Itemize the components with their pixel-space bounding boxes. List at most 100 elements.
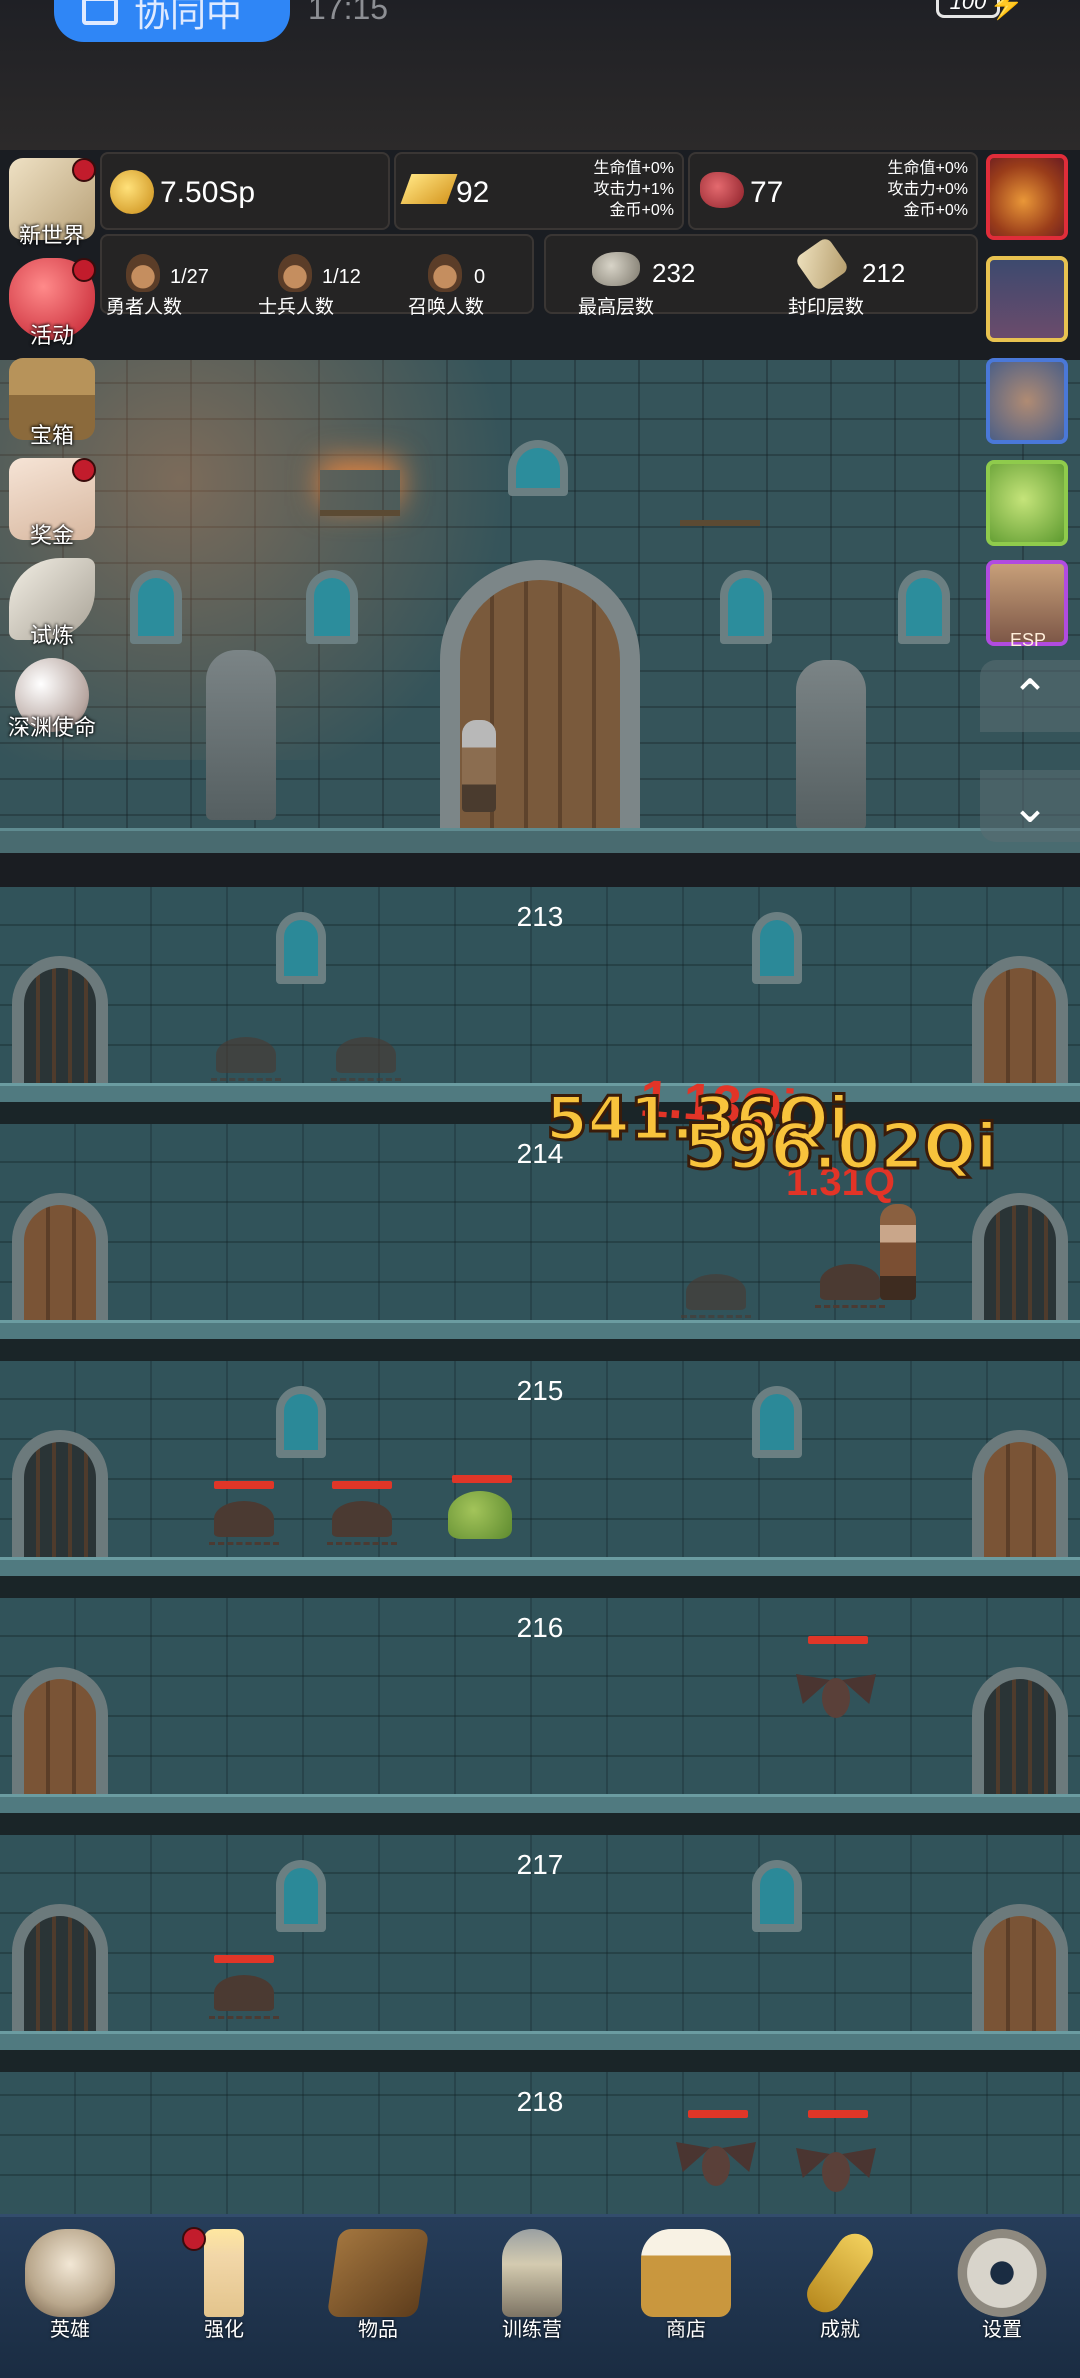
spider-enemy[interactable]: [209, 1501, 279, 1545]
nav-upgrade[interactable]: 强化: [154, 2227, 294, 2342]
nav-achievements[interactable]: 成就: [770, 2226, 910, 2342]
nav-label: 物品: [358, 2319, 398, 2341]
floor-217: 217: [0, 1835, 1080, 2072]
floor-number: 216: [516, 1612, 564, 1643]
floor-216: 216: [0, 1598, 1080, 1835]
scroll-icon: [794, 236, 850, 292]
sealed-layer: 212: [862, 258, 906, 288]
floor-door-right: [972, 1667, 1068, 1797]
candle-icon: [204, 2229, 244, 2317]
floor-door-left: [12, 1193, 108, 1323]
spider-enemy[interactable]: [327, 1501, 397, 1545]
book-icon: [326, 2229, 430, 2317]
menu-chest[interactable]: 宝箱: [2, 358, 102, 450]
enemy-hp-bar: [808, 2110, 868, 2118]
nav-training-camp[interactable]: 训练营: [462, 2229, 602, 2342]
floor-door-right: [972, 1430, 1068, 1560]
floor-door-right: [972, 956, 1068, 1086]
slime-icon[interactable]: [986, 460, 1068, 546]
bat-enemy[interactable]: [796, 2142, 876, 2198]
hero-count-label: 勇者人数: [106, 297, 183, 318]
menu-label: 试炼: [29, 623, 74, 648]
notification-dot: [72, 458, 96, 482]
layer-panel: 232 最高层数 212 封印层数: [544, 234, 978, 318]
nav-label: 强化: [204, 2319, 244, 2341]
summon-count: 0: [474, 266, 486, 288]
menu-abyss-mission[interactable]: 深渊使命: [2, 658, 102, 742]
unit-count-panel: 1/27 勇者人数 1/12 士兵人数 0 召唤人数: [100, 234, 534, 318]
nav-label: 英雄: [50, 2319, 90, 2341]
gold-bonus-atk: 攻击力+1%: [593, 181, 674, 198]
nav-shop[interactable]: 商店: [616, 2229, 756, 2342]
floor-number: 217: [516, 1849, 564, 1880]
menu-new-world[interactable]: 新世界: [2, 158, 102, 250]
backpack-icon[interactable]: [986, 358, 1068, 444]
collab-pill[interactable]: 协同中: [54, 0, 290, 42]
hero-head-icon: [126, 254, 160, 292]
menu-bonus[interactable]: 奖金: [2, 458, 102, 550]
spider-corpse: [211, 1037, 281, 1081]
beer-mug-icon: [641, 2229, 731, 2317]
menu-label: 宝箱: [29, 423, 74, 448]
notification-dot: [182, 2227, 206, 2251]
highest-layer: 232: [652, 258, 696, 288]
bat-enemy[interactable]: [796, 1668, 876, 1724]
meat-bonus-atk: 攻击力+0%: [887, 181, 968, 198]
nav-settings[interactable]: 设置: [932, 2229, 1072, 2342]
spider-enemy[interactable]: [209, 1975, 279, 2019]
floor-218: 218: [0, 2072, 1080, 2214]
bat-enemy[interactable]: [676, 2136, 756, 2192]
gold-value: 92: [456, 176, 490, 209]
stone-icon: [592, 252, 640, 286]
enemy-hp-bar: [452, 1475, 512, 1483]
nav-label: 成就: [820, 2319, 860, 2341]
floor-door-right: [972, 1904, 1068, 2034]
floor-number: 213: [516, 901, 564, 932]
notification-dot: [72, 258, 96, 282]
scroll-up-button[interactable]: ⌃: [980, 660, 1080, 732]
slime-enemy[interactable]: [448, 1491, 512, 1539]
floor-number: 218: [516, 2086, 564, 2117]
clock: 17:15: [308, 0, 389, 26]
candle-icon[interactable]: [986, 256, 1068, 342]
scroll-down-button[interactable]: ⌄: [980, 770, 1080, 842]
castle-window: [306, 570, 358, 644]
enemy-hp-bar: [688, 2110, 748, 2118]
chandelier-left: [320, 470, 400, 516]
chandelier-right: [680, 480, 760, 526]
menu-events[interactable]: 活动: [2, 258, 102, 350]
meat-panel: 77 生命值+0% 攻击力+0% 金币+0%: [688, 152, 978, 230]
meat-bonus-hp: 生命值+0%: [887, 160, 968, 177]
hero-count: 1/27: [170, 266, 209, 288]
nav-items[interactable]: 物品: [308, 2229, 448, 2342]
nav-heroes[interactable]: 英雄: [0, 2229, 140, 2342]
spider-enemy[interactable]: [815, 1264, 885, 1308]
damage-number: 596.02Qi: [682, 1109, 998, 1185]
nav-label: 设置: [982, 2319, 1022, 2341]
gear-icon: [957, 2229, 1047, 2317]
screen-share-icon: [82, 0, 118, 25]
sealed-layer-label: 封印层数: [788, 297, 865, 318]
hero-character: [462, 720, 496, 812]
soldier-head-icon: [278, 254, 312, 292]
castle-window: [130, 570, 182, 644]
floor-number: 215: [516, 1375, 564, 1406]
highest-layer-label: 最高层数: [578, 297, 655, 318]
menu-trial[interactable]: 试炼: [2, 558, 102, 650]
status-bar: 协同中 17:15 100 ⚡: [0, 0, 1080, 150]
meat-value: 77: [750, 176, 784, 209]
bottom-nav: 英雄 强化 物品 训练营 商店 成就 设置: [0, 2214, 1080, 2378]
spider-corpse: [331, 1037, 401, 1081]
coin-icon: [110, 170, 154, 214]
floor-door-right: [972, 1193, 1068, 1323]
spider-corpse: [681, 1274, 751, 1318]
floor-door-left: [12, 1430, 108, 1560]
fruit-icon[interactable]: [986, 154, 1068, 240]
floor-213: 213: [0, 887, 1080, 1124]
castle-hall: [0, 360, 1080, 853]
gold-bonus-coin: 金币+0%: [609, 202, 674, 219]
charging-icon: ⚡: [989, 0, 1024, 20]
gold-bar-icon: [400, 174, 458, 204]
enemy-hp-bar: [808, 1636, 868, 1644]
nav-label: 商店: [666, 2319, 706, 2341]
